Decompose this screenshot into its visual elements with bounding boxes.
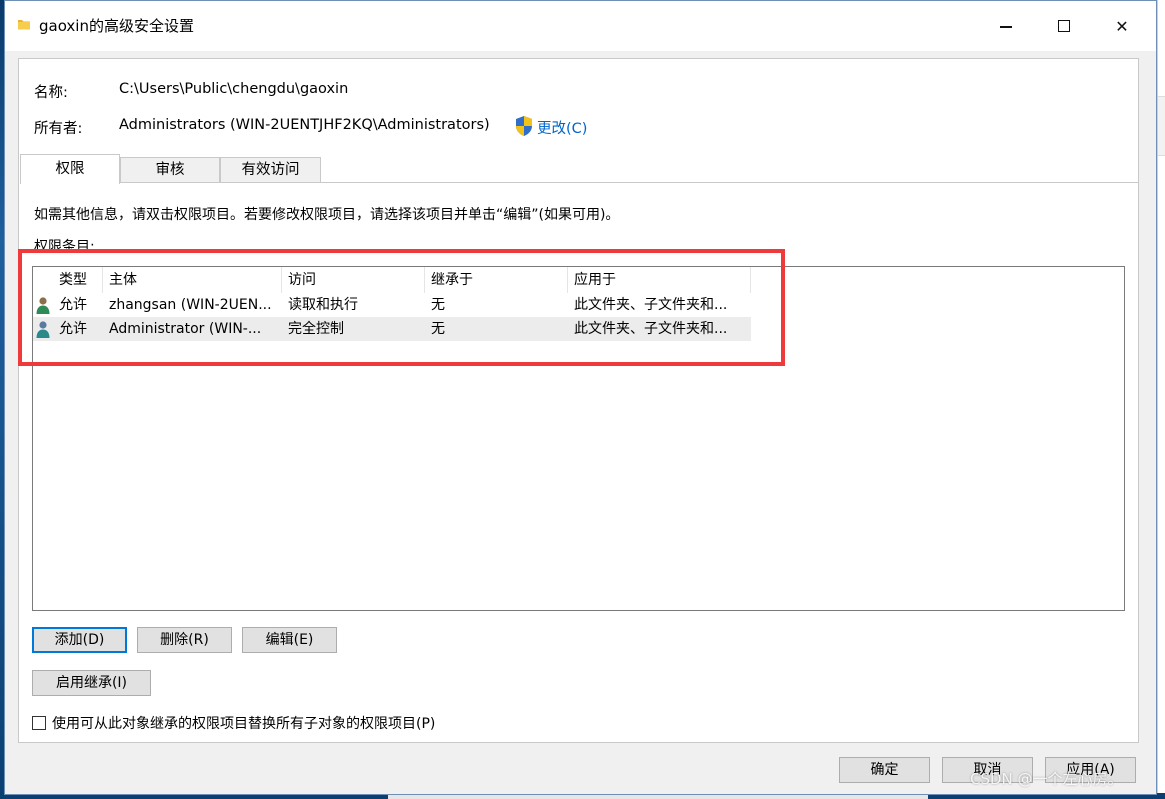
column-header-access[interactable]: 访问 (282, 267, 425, 293)
tab-divider (120, 182, 1138, 183)
name-label: 名称: (34, 85, 68, 101)
row-type: 允许 (59, 321, 87, 337)
row-access: 完全控制 (288, 321, 344, 337)
name-value: C:\Users\Public\chengdu\gaoxin (119, 81, 349, 97)
dialog-content: 名称: C:\Users\Public\chengdu\gaoxin 所有者: … (18, 58, 1139, 743)
close-button[interactable]: ✕ (1093, 1, 1151, 51)
minimize-button[interactable] (977, 1, 1035, 51)
owner-value: Administrators (WIN-2UENTJHF2KQ\Administ… (119, 117, 490, 133)
replace-child-permissions-label[interactable]: 使用可从此对象继承的权限项目替换所有子对象的权限项目(P) (52, 713, 435, 733)
watermark: CSDN @一个左心房。 (970, 770, 1123, 788)
column-header-inherited-from[interactable]: 继承于 (425, 267, 568, 293)
tab-bar: 权限 审核 有效访问 (19, 154, 1138, 184)
permission-entries-label: 权限条目: (34, 239, 95, 255)
row-applies-to: 此文件夹、子文件夹和... (574, 321, 728, 337)
remove-button[interactable]: 删除(R) (137, 627, 232, 653)
folder-icon (18, 20, 30, 30)
table-row[interactable]: 允许 zhangsan (WIN-2UEN... 读取和执行 无 此文件夹、子文… (33, 293, 751, 317)
column-header-principal[interactable]: 主体 (103, 267, 282, 293)
change-owner-link[interactable]: 更改(C) (537, 117, 587, 138)
ok-button[interactable]: 确定 (839, 757, 930, 783)
row-inherited-from: 无 (431, 297, 445, 313)
uac-shield-icon (516, 116, 532, 136)
row-principal: Administrator (WIN-... (109, 321, 262, 337)
owner-label: 所有者: (34, 121, 83, 137)
row-inherited-from: 无 (431, 321, 445, 337)
tab-auditing[interactable]: 审核 (120, 157, 220, 183)
title-bar[interactable]: gaoxin的高级安全设置 ✕ (5, 1, 1156, 51)
permission-entries-list[interactable]: 类型 主体 访问 继承于 应用于 允许 zhangsan (WIN-2UEN..… (32, 266, 1125, 611)
tab-effective-access[interactable]: 有效访问 (220, 157, 321, 183)
enable-inheritance-button[interactable]: 启用继承(I) (32, 670, 151, 696)
user-icon (35, 293, 53, 317)
row-access: 读取和执行 (288, 297, 358, 313)
add-button[interactable]: 添加(D) (32, 627, 127, 653)
advanced-security-settings-window: gaoxin的高级安全设置 ✕ 名称: C:\Users\Public\chen… (4, 0, 1157, 795)
maximize-icon (1058, 20, 1070, 32)
background-window-edge (1157, 0, 1165, 799)
column-header-icon (33, 267, 53, 293)
close-icon: ✕ (1115, 16, 1129, 36)
user-icon (35, 317, 53, 341)
window-title: gaoxin的高级安全设置 (39, 17, 194, 35)
column-header-type[interactable]: 类型 (53, 267, 103, 293)
row-type: 允许 (59, 297, 87, 313)
instructions-text: 如需其他信息，请双击权限项目。若要修改权限项目，请选择该项目并单击“编辑”(如果… (34, 207, 620, 223)
column-header-applies-to[interactable]: 应用于 (568, 267, 751, 293)
minimize-icon (1000, 26, 1012, 28)
edit-button[interactable]: 编辑(E) (242, 627, 337, 653)
row-principal: zhangsan (WIN-2UEN... (109, 297, 272, 313)
maximize-button[interactable] (1035, 1, 1093, 51)
replace-child-permissions-checkbox[interactable] (32, 716, 46, 730)
table-row[interactable]: 允许 Administrator (WIN-... 完全控制 无 此文件夹、子文… (33, 317, 751, 341)
tab-permissions[interactable]: 权限 (20, 154, 120, 184)
row-applies-to: 此文件夹、子文件夹和... (574, 297, 728, 313)
